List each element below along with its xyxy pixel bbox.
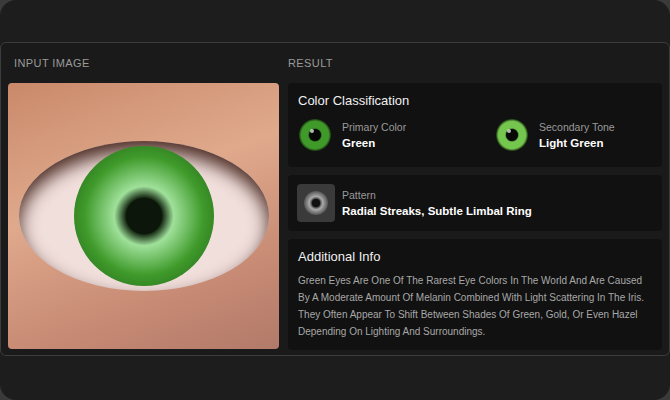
color-item: Primary Color Green <box>298 118 455 152</box>
input-heading: INPUT IMAGE <box>8 43 279 83</box>
iris-shape <box>74 146 214 286</box>
color-label: Secondary Tone <box>539 121 615 133</box>
pattern-value: Radial Streaks, Subtle Limbal Ring <box>342 205 532 217</box>
eye-photo <box>8 83 279 349</box>
analysis-panel: INPUT IMAGERESULT Color Classification Pri… <box>0 42 670 356</box>
color-value: Light Green <box>539 137 615 149</box>
color-label: Primary Color <box>342 121 406 133</box>
color-value: Green <box>342 137 406 149</box>
pattern-icon-box <box>297 184 335 222</box>
eye-shape <box>19 141 269 291</box>
color-text: Primary Color Green <box>342 121 406 149</box>
classification-card: Color Classification Primary Color Green Se… <box>288 83 662 167</box>
classification-list: Primary Color Green Secondary Tone Light Gr… <box>298 118 652 152</box>
info-title: Additional Info <box>298 249 652 264</box>
classification-title: Color Classification <box>298 93 652 108</box>
info-card: Additional Info Green Eyes Are One Of The… <box>288 239 662 350</box>
iris-icon <box>298 118 332 152</box>
app-frame: INPUT IMAGERESULT Color Classification Pri… <box>0 0 670 400</box>
info-text: Green Eyes Are One Of The Rarest Eye Col… <box>298 272 652 340</box>
color-text: Secondary Tone Light Green <box>539 121 615 149</box>
pattern-label: Pattern <box>342 189 532 201</box>
iris-icon <box>495 118 529 152</box>
result-heading: RESULT <box>288 43 662 83</box>
pupil-shape <box>126 198 162 234</box>
color-item: Secondary Tone Light Green <box>455 118 652 152</box>
result-column: RESULT Color Classification Primary Color G… <box>288 43 662 350</box>
pattern-card: Pattern Radial Streaks, Subtle Limbal Rin… <box>288 175 662 231</box>
input-column: INPUT IMAGE <box>8 43 279 350</box>
pattern-iris-icon <box>302 189 330 217</box>
pattern-text: Pattern Radial Streaks, Subtle Limbal Rin… <box>342 189 532 217</box>
